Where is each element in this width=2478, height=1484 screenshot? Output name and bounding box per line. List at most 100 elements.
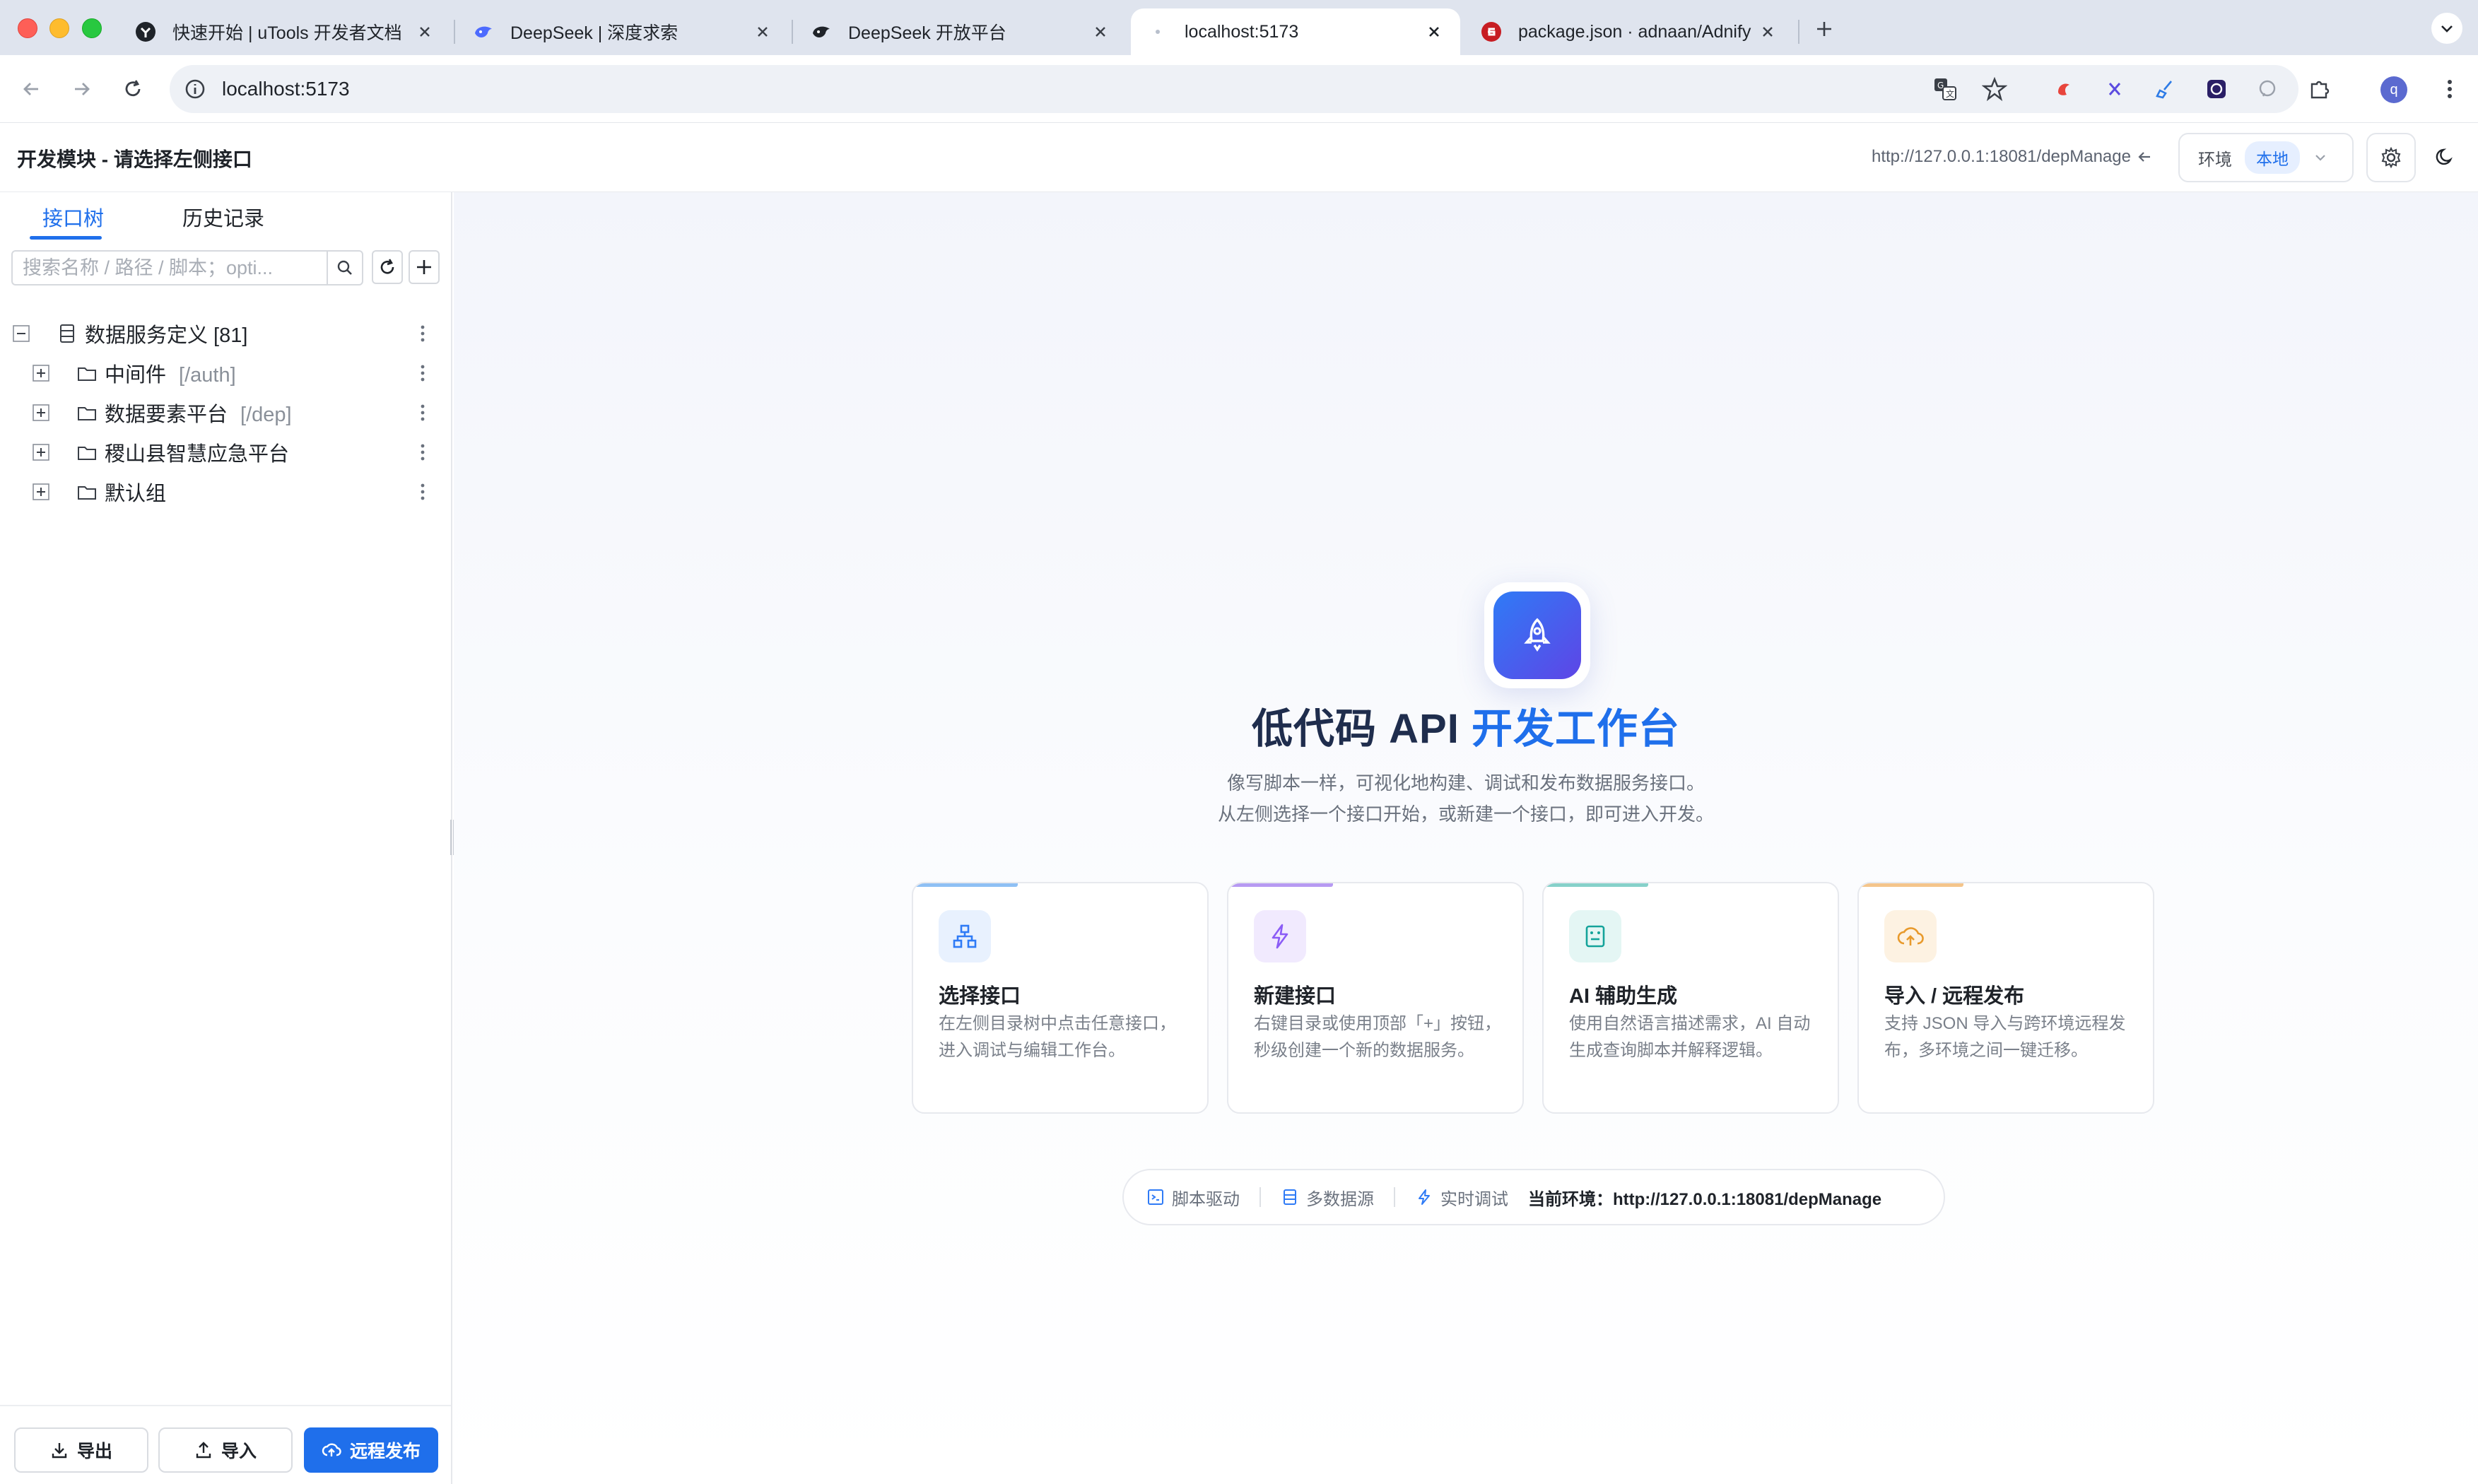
browser-tab-deepseek[interactable]: DeepSeek | 深度求索 (457, 8, 789, 55)
folder-icon (76, 402, 98, 423)
tab-title: DeepSeek 开放平台 (848, 23, 1006, 43)
env-label: 环境 (2198, 150, 2232, 170)
card-import-publish[interactable]: 导入 / 远程发布 支持 JSON 导入与跨环境远程发布，多环境之间一键迁移。 (1857, 882, 2154, 1114)
pill-divider (1259, 1187, 1261, 1207)
card-title: AI 辅助生成 (1569, 985, 1678, 1008)
tab-close-icon[interactable] (1423, 21, 1445, 42)
tab-title: package.json · adnaan/Adnify (1518, 21, 1751, 42)
tree-folder-item[interactable]: 数据要素平台 [/dep] (0, 393, 450, 432)
translate-icon[interactable]: G文 (1932, 76, 1958, 102)
browser-menu-icon[interactable] (2436, 75, 2464, 103)
dark-mode-moon-icon[interactable] (2431, 143, 2460, 171)
extension-shield-icon[interactable] (2202, 75, 2231, 103)
extension-broom-icon[interactable] (2151, 75, 2180, 103)
feature-datasource: 多数据源 (1281, 1185, 1374, 1210)
refresh-button[interactable] (372, 250, 403, 284)
settings-button[interactable] (2366, 133, 2416, 182)
sitemap-icon (939, 910, 991, 962)
cloud-upload-icon (1884, 910, 1937, 962)
more-vertical-icon[interactable] (414, 481, 431, 502)
window-minimize-button[interactable] (49, 18, 69, 38)
search-icon[interactable] (327, 250, 362, 285)
search-input[interactable] (13, 252, 324, 284)
browser-tab-gitee[interactable]: package.json · adnaan/Adnify (1464, 8, 1794, 55)
folder-icon (76, 442, 98, 463)
feature-datasource-label: 多数据源 (1306, 1189, 1374, 1209)
extension-chat-icon[interactable] (2253, 75, 2282, 103)
expand-plus-icon[interactable] (33, 365, 49, 382)
collapse-minus-icon[interactable] (13, 325, 30, 342)
deepseek-whale-icon (472, 20, 495, 43)
extensions-puzzle-icon[interactable] (2306, 75, 2334, 103)
expand-plus-icon[interactable] (33, 444, 49, 461)
tab-title: 快速开始 | uTools 开发者文档 (172, 23, 402, 43)
sidebar-tabs: 接口树 历史记录 (0, 192, 452, 242)
tab-search-chevron-icon[interactable] (2431, 13, 2462, 44)
tab-separator (454, 20, 455, 44)
extension-x-icon[interactable] (2101, 75, 2129, 103)
more-vertical-icon[interactable] (414, 442, 431, 463)
bookmark-star-icon[interactable] (1982, 76, 2007, 102)
expand-plus-icon[interactable] (33, 483, 49, 500)
database-icon (1281, 1188, 1299, 1206)
card-accent (913, 883, 1018, 887)
expand-plus-icon[interactable] (33, 404, 49, 421)
hero-title-part2: 开发工作台 (1471, 706, 1680, 752)
address-url: localhost:5173 (222, 78, 350, 100)
tree-folder-label: 数据要素平台 [/dep] (105, 404, 292, 426)
feature-script: 脚本驱动 (1146, 1185, 1240, 1210)
back-arrow-icon[interactable] (14, 72, 48, 106)
tab-close-icon[interactable] (1090, 21, 1111, 42)
card-new-api[interactable]: 新建接口 右键目录或使用顶部「+」按钮，秒级创建一个新的数据服务。 (1227, 882, 1524, 1114)
tree-folder-item[interactable]: 稷山县智慧应急平台 (0, 432, 450, 472)
card-accent (1228, 883, 1333, 887)
tab-close-icon[interactable] (752, 21, 773, 42)
card-select-api[interactable]: 选择接口 在左侧目录树中点击任意接口，进入调试与编辑工作台。 (912, 882, 1209, 1114)
reload-icon[interactable] (116, 72, 150, 106)
hero-title-part1: 低代码 API (1252, 706, 1460, 752)
tab-separator (792, 20, 793, 44)
site-info-icon[interactable] (182, 76, 208, 102)
card-ai-generate[interactable]: AI 辅助生成 使用自然语言描述需求，AI 自动生成查询脚本并解释逻辑。 (1542, 882, 1839, 1114)
more-vertical-icon[interactable] (414, 402, 431, 423)
remote-publish-label: 远程发布 (349, 1442, 421, 1461)
more-vertical-icon[interactable] (414, 323, 431, 344)
lightning-icon (1254, 910, 1306, 962)
arrow-left-icon (2137, 149, 2152, 165)
tab-history[interactable]: 历史记录 (182, 202, 264, 232)
window-close-button[interactable] (18, 18, 37, 38)
tree-folder-item[interactable]: 中间件 [/auth] (0, 353, 450, 393)
folder-icon (76, 363, 98, 384)
remote-publish-button[interactable]: 远程发布 (304, 1427, 438, 1473)
browser-tab-localhost[interactable]: localhost:5173 (1131, 8, 1460, 55)
window-maximize-button[interactable] (82, 18, 102, 38)
tree-root[interactable]: 数据服务定义 [81] (0, 314, 450, 353)
database-icon (57, 323, 78, 344)
more-vertical-icon[interactable] (414, 363, 431, 384)
environment-select[interactable]: 环境 本地 (2178, 133, 2354, 182)
tab-api-tree[interactable]: 接口树 (42, 202, 104, 232)
tree-folder-item[interactable]: 默认组 (0, 472, 450, 512)
terminal-icon (1146, 1188, 1165, 1206)
import-button[interactable]: 导入 (158, 1427, 293, 1473)
cloud-upload-icon (322, 1441, 341, 1459)
tab-close-icon[interactable] (414, 21, 435, 42)
card-description: 使用自然语言描述需求，AI 自动生成查询脚本并解释逻辑。 (1569, 1014, 1811, 1060)
profile-avatar[interactable]: q (2380, 76, 2407, 103)
new-tab-plus-icon[interactable] (1811, 16, 1838, 42)
add-api-button[interactable] (409, 250, 440, 284)
forward-arrow-icon[interactable] (65, 72, 99, 106)
export-label: 导出 (76, 1442, 112, 1461)
export-button[interactable]: 导出 (14, 1427, 148, 1473)
tab-close-icon[interactable] (1757, 21, 1778, 42)
base-url[interactable]: http://127.0.0.1:18081/depManage (1872, 147, 2152, 167)
feature-script-label: 脚本驱动 (1172, 1189, 1240, 1209)
browser-tab-utools[interactable]: 快速开始 | uTools 开发者文档 (119, 8, 451, 55)
tab-title: DeepSeek | 深度求索 (510, 23, 679, 43)
rocket-icon (1493, 591, 1581, 679)
pill-divider (1394, 1187, 1395, 1207)
browser-tab-deepseek-platform[interactable]: DeepSeek 开放平台 (794, 8, 1127, 55)
extension-red-icon[interactable] (2050, 75, 2078, 103)
address-bar[interactable]: localhost:5173 G文 (170, 65, 2298, 113)
current-environment: 当前环境：http://127.0.0.1:18081/depManage (1528, 1189, 1882, 1209)
